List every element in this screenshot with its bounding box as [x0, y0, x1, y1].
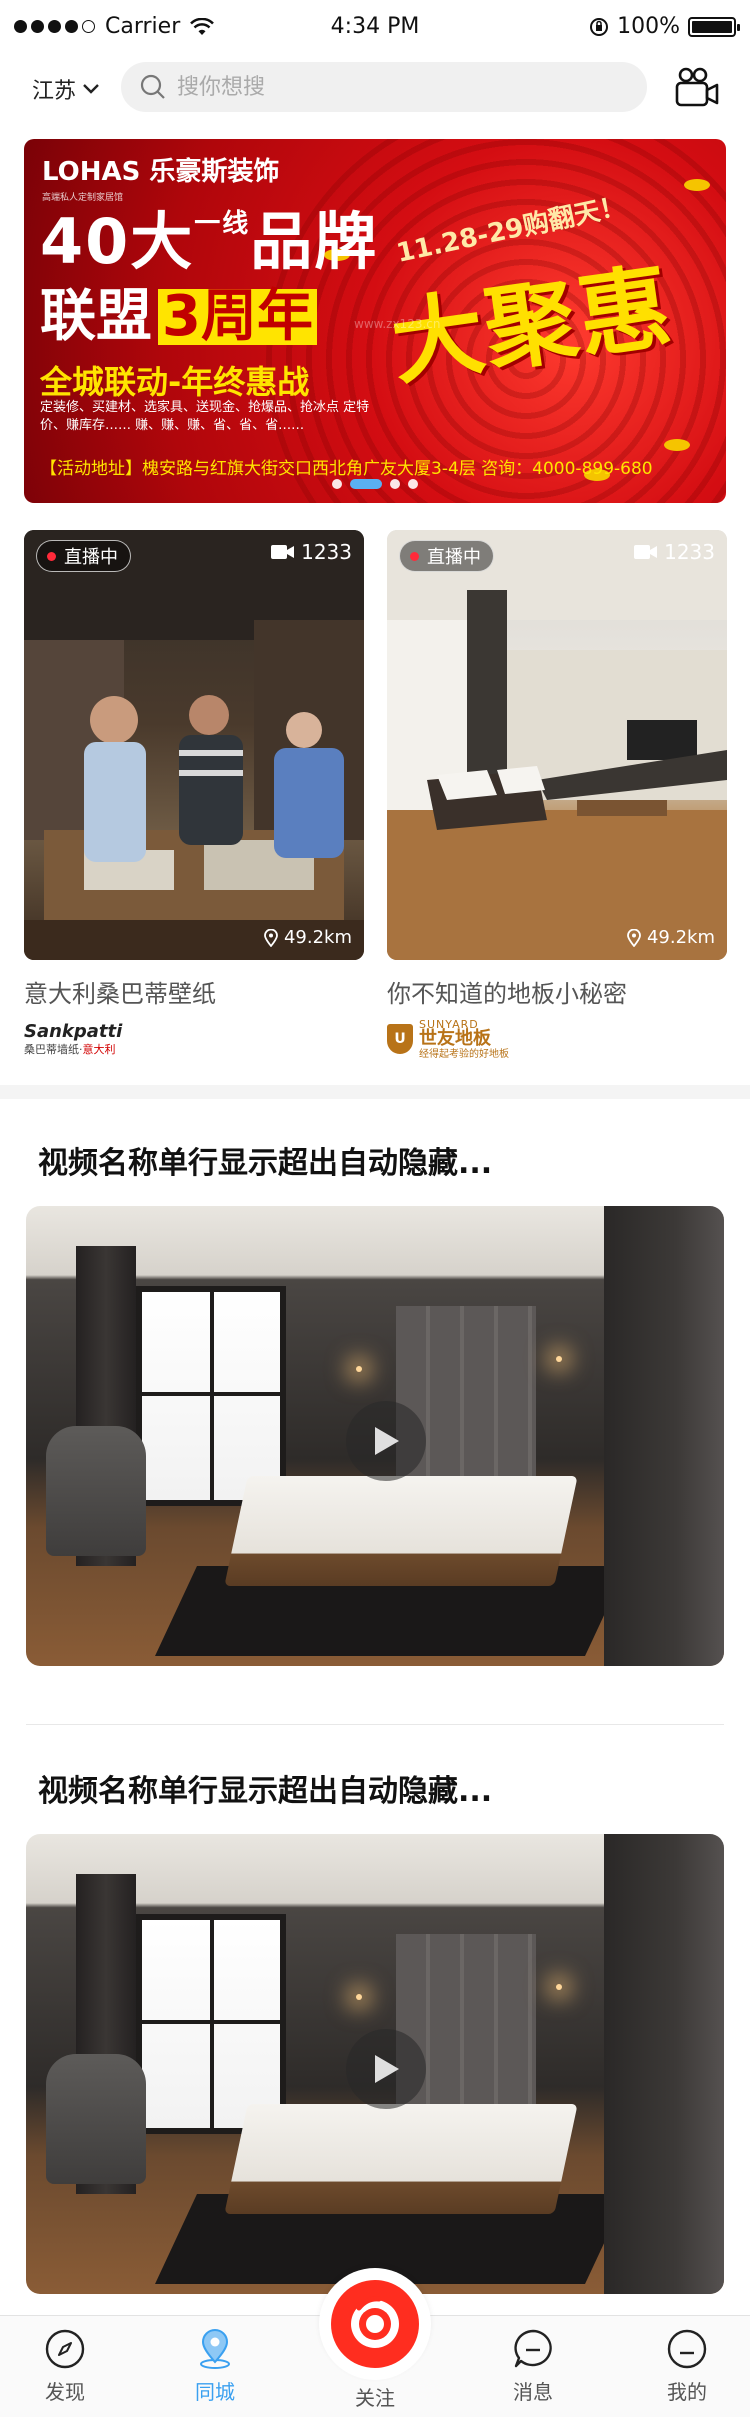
video-item[interactable]: 视频名称单行显示超出自动隐藏... — [0, 1138, 750, 1678]
live-dot-icon — [410, 551, 419, 561]
status-bar: Carrier 4:34 PM 100% — [0, 0, 750, 56]
location-selector[interactable]: 江苏 — [32, 73, 100, 105]
live-badge: 直播中 — [36, 540, 131, 572]
video-separator — [26, 1724, 724, 1725]
tab-label: 同城 — [195, 2380, 235, 2404]
viewer-count: 1233 — [271, 540, 352, 564]
play-icon — [375, 2055, 399, 2083]
banner-subtext: 定装修、买建材、选家具、送现金、抢爆品、抢冰点 定特价、赚库存…… 赚、赚、赚、… — [40, 400, 370, 433]
tab-follow-label[interactable]: 关注 — [319, 2382, 431, 2411]
rotation-lock-icon — [590, 17, 609, 36]
location-pin-icon — [200, 2329, 230, 2369]
video-thumbnail[interactable] — [26, 1206, 724, 1666]
banner-logo: LOHAS 乐豪斯装饰 高端私人定制家居馆 — [42, 157, 280, 203]
video-camera-icon — [675, 67, 719, 107]
search-icon — [140, 74, 165, 99]
office-scene-image — [24, 530, 364, 960]
banner-headline-1: 40大一线品牌 — [40, 205, 379, 278]
location-pin-icon — [264, 928, 278, 947]
video-thumbnail[interactable] — [26, 1834, 724, 2294]
section-divider — [0, 1085, 750, 1099]
status-right: 100% — [589, 14, 740, 39]
video-item[interactable]: 视频名称单行显示超出自动隐藏... — [0, 1766, 750, 2306]
banner-headline-2: 联盟 3周年 — [40, 289, 317, 345]
battery-icon — [688, 16, 740, 37]
battery-percent: 100% — [617, 14, 680, 39]
live-thumbnail[interactable]: 直播中 1233 49.2km — [387, 530, 727, 960]
live-camera-button[interactable] — [674, 66, 720, 110]
tab-label: 我的 — [667, 2380, 707, 2404]
live-badge: 直播中 — [399, 540, 494, 572]
pager-dot[interactable] — [332, 479, 342, 489]
tab-nearby[interactable]: 同城 — [160, 2328, 270, 2405]
live-camera-icon — [351, 2296, 399, 2348]
tab-discover[interactable]: 发现 — [10, 2328, 120, 2405]
search-bar[interactable] — [121, 62, 647, 112]
video-icon — [634, 545, 658, 559]
top-bar: 江苏 — [0, 62, 750, 114]
live-card-wallpaper[interactable]: 直播中 1233 49.2km 意大利桑巴蒂壁纸 Sankpatti 桑巴蒂墙纸… — [24, 530, 364, 1059]
live-card-flooring[interactable]: 直播中 1233 49.2km 你不知道的地板小秘密 U SUNYARD 世友地… — [387, 530, 727, 1059]
search-input[interactable] — [177, 74, 577, 100]
tab-label: 发现 — [45, 2380, 85, 2404]
pager-dot-active[interactable] — [350, 479, 382, 489]
chevron-down-icon — [83, 84, 99, 94]
video-title[interactable]: 视频名称单行显示超出自动隐藏... — [38, 1138, 492, 1182]
live-thumbnail[interactable]: 直播中 1233 49.2km — [24, 530, 364, 960]
video-icon — [271, 545, 295, 559]
brand-logo-sanbadi: Sankpatti 桑巴蒂墙纸·意大利 — [24, 1021, 123, 1056]
message-icon — [514, 2329, 552, 2368]
banner-headline-3: 全城联动-年终惠战 — [40, 363, 310, 401]
live-title[interactable]: 你不知道的地板小秘密 — [387, 974, 727, 1009]
tab-label: 消息 — [513, 2380, 553, 2404]
tab-profile[interactable]: 我的 — [632, 2328, 742, 2405]
viewer-count: 1233 — [634, 540, 715, 564]
tab-bar: 发现 同城 关注 消息 我的 — [0, 2268, 750, 2417]
distance-label: 49.2km — [627, 927, 715, 948]
promo-banner[interactable]: LOHAS 乐豪斯装饰 高端私人定制家居馆 40大一线品牌 联盟 3周年 全城联… — [24, 139, 726, 503]
distance-label: 49.2km — [264, 927, 352, 948]
pager-dot[interactable] — [390, 479, 400, 489]
location-label: 江苏 — [32, 79, 77, 104]
banner-watermark: www.zx123.cn — [354, 317, 441, 331]
brand-logo-shiyou: U SUNYARD 世友地板 经得起考验的好地板 — [387, 1019, 727, 1059]
play-button[interactable] — [346, 2029, 426, 2109]
play-icon — [375, 1427, 399, 1455]
banner-pager — [24, 479, 726, 489]
location-pin-icon — [627, 928, 641, 947]
compass-icon — [45, 2329, 85, 2369]
play-button[interactable] — [346, 1401, 426, 1481]
profile-icon — [667, 2329, 707, 2369]
live-title[interactable]: 意大利桑巴蒂壁纸 — [24, 974, 364, 1009]
go-live-button[interactable] — [319, 2268, 431, 2380]
pager-dot[interactable] — [408, 479, 418, 489]
living-room-image — [387, 530, 727, 960]
live-dot-icon — [47, 551, 56, 561]
shield-icon: U — [387, 1024, 413, 1054]
tab-messages[interactable]: 消息 — [478, 2328, 588, 2405]
banner-address: 【活动地址】槐安路与红旗大街交口西北角广友大厦3-4层 咨询：4000-899-… — [40, 459, 653, 479]
video-title[interactable]: 视频名称单行显示超出自动隐藏... — [38, 1766, 492, 1810]
